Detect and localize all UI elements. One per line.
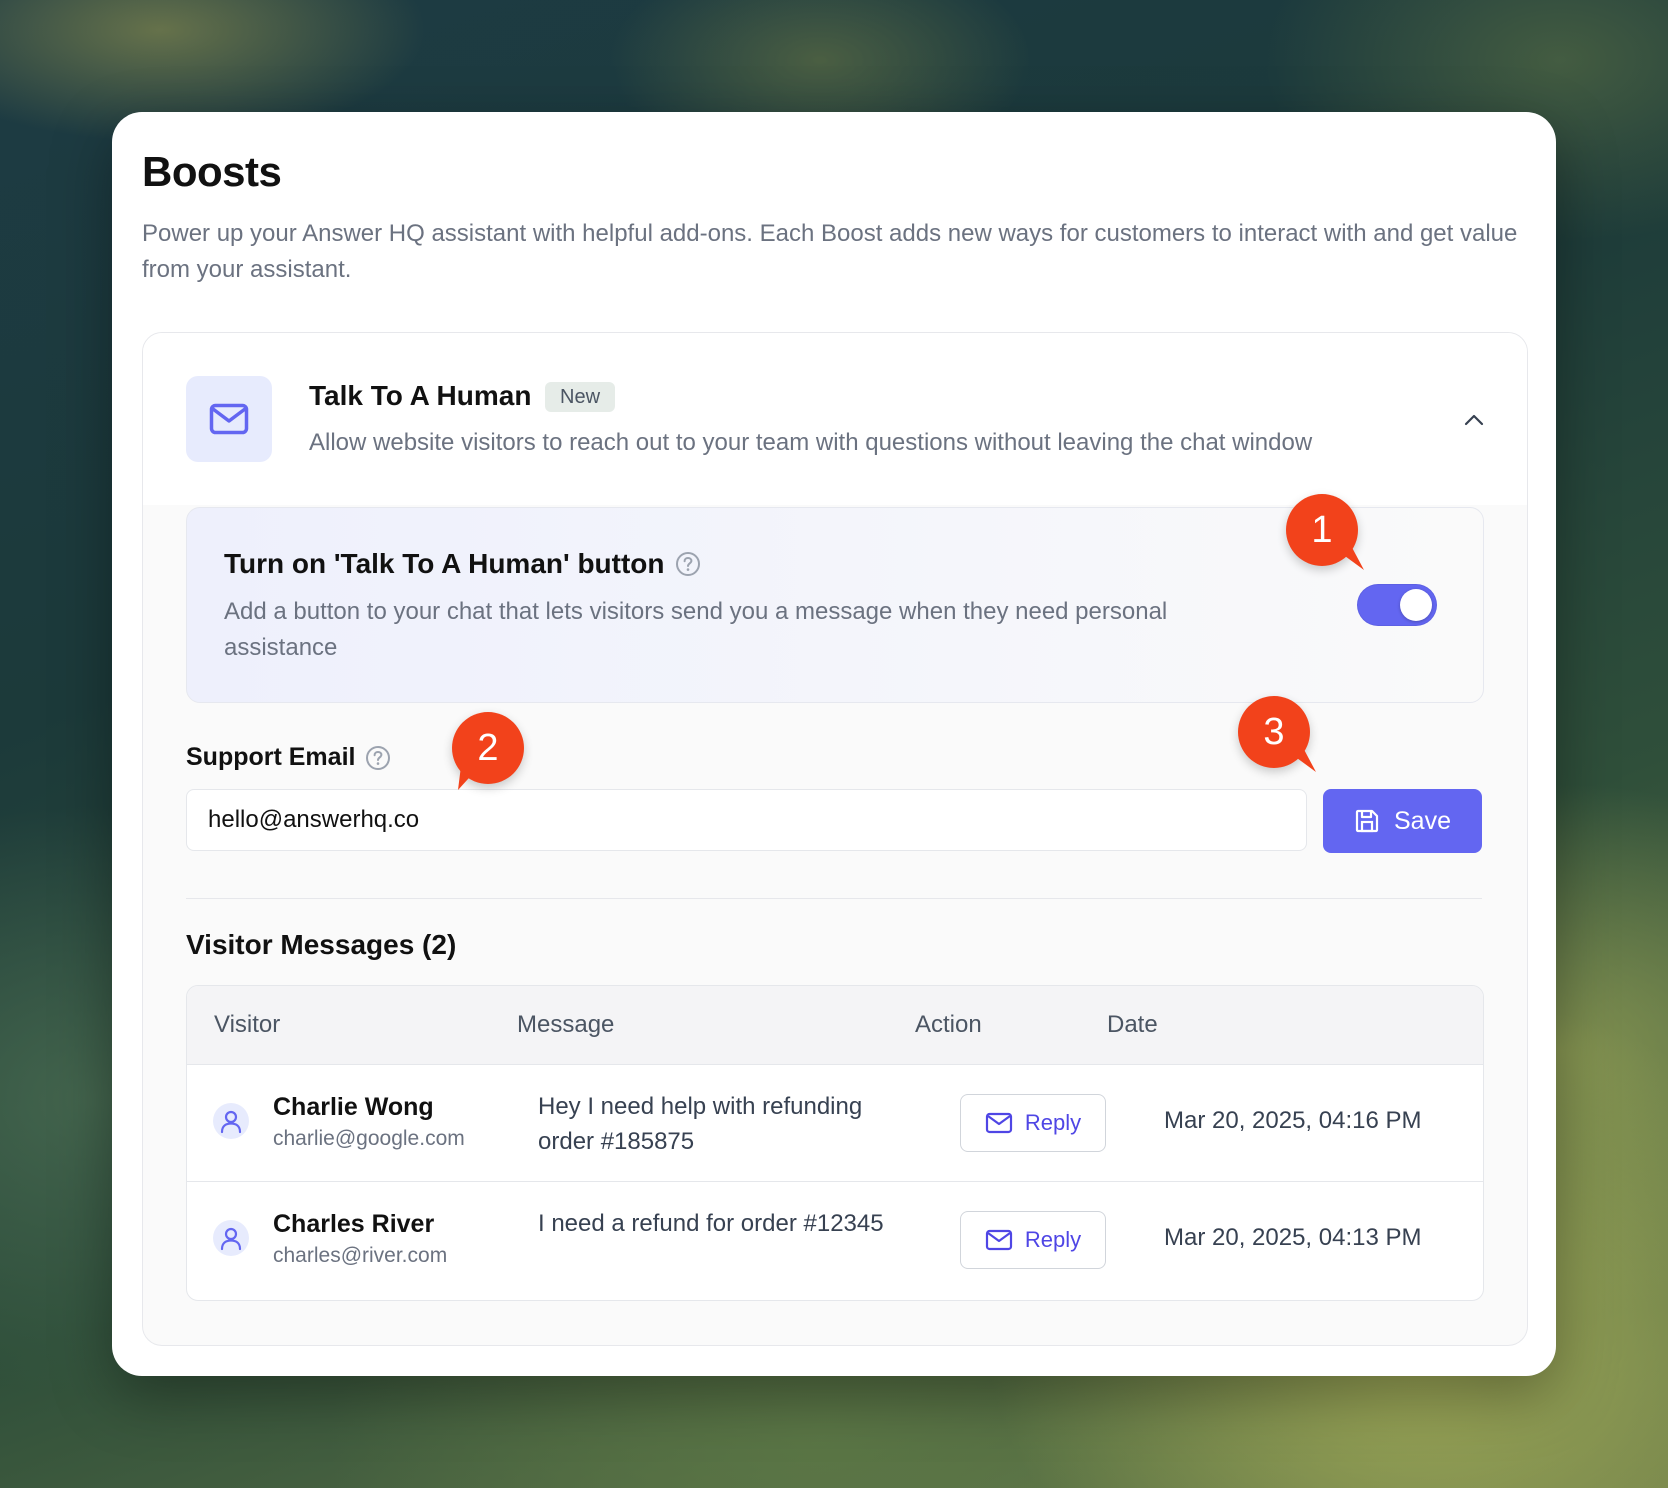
new-badge: New [545, 382, 616, 412]
help-icon[interactable] [675, 551, 701, 577]
column-message: Message [517, 1011, 615, 1038]
support-email-input[interactable] [186, 789, 1307, 851]
toggle-setting-label: Turn on 'Talk To A Human' button [224, 548, 665, 579]
table-row: Charles River charles@river.com I need a… [187, 1182, 1483, 1298]
table-header: Visitor Message Action Date [187, 986, 1483, 1065]
column-action: Action [915, 1011, 982, 1038]
table-row: Charlie Wong charlie@google.com Hey I ne… [187, 1065, 1483, 1182]
chevron-up-icon[interactable] [1459, 405, 1489, 435]
callout-marker-3: 3 [1238, 696, 1316, 772]
toggle-setting-title: Turn on 'Talk To A Human' button [224, 548, 701, 580]
boost-header[interactable]: Talk To A Human New Allow website visito… [143, 333, 1527, 505]
boost-name: Talk To A Human [309, 380, 532, 411]
column-visitor: Visitor [214, 1011, 281, 1038]
toggle-setting-description: Add a button to your chat that lets visi… [224, 598, 1168, 661]
save-button[interactable]: Save [1323, 789, 1482, 853]
visitor-messages-table: Visitor Message Action Date Charlie Wong… [186, 985, 1484, 1301]
message-date: Mar 20, 2025, 04:16 PM [1164, 1107, 1422, 1134]
divider [186, 898, 1482, 899]
toggle-knob [1400, 589, 1432, 621]
callout-marker-1: 1 [1286, 494, 1364, 570]
column-date: Date [1107, 1011, 1158, 1038]
callout-number: 2 [477, 726, 499, 769]
support-email-label-text: Support Email [186, 743, 356, 771]
save-icon [1355, 809, 1379, 833]
mail-icon [985, 1112, 1012, 1134]
mail-icon [186, 376, 272, 462]
visitor-email: charles@river.com [273, 1244, 448, 1267]
reply-button[interactable]: Reply [960, 1211, 1106, 1269]
page-description: Power up your Answer HQ assistant with h… [142, 220, 1518, 283]
visitor-name: Charles River [273, 1210, 435, 1238]
help-icon[interactable] [365, 745, 391, 771]
boost-description: Allow website visitors to reach out to y… [309, 429, 1313, 456]
visitor-name: Charlie Wong [273, 1093, 434, 1121]
boosts-card: Boosts Power up your Answer HQ assistant… [112, 112, 1556, 1376]
save-button-label: Save [1394, 806, 1451, 835]
talk-to-human-toggle[interactable] [1357, 584, 1437, 626]
callout-marker-2: 2 [452, 712, 524, 790]
callout-number: 3 [1263, 710, 1285, 753]
visitor-email: charlie@google.com [273, 1127, 465, 1150]
visitor-message: Hey I need help with refunding order #18… [538, 1093, 863, 1155]
callout-number: 1 [1311, 508, 1333, 551]
boost-panel: Talk To A Human New Allow website visito… [142, 332, 1528, 1346]
reply-label: Reply [1024, 1227, 1082, 1252]
visitor-message: I need a refund for order #12345 [538, 1210, 884, 1237]
user-icon [213, 1103, 249, 1139]
page-title: Boosts [142, 148, 282, 195]
mail-icon [985, 1229, 1012, 1251]
user-icon [213, 1220, 249, 1256]
support-email-label: Support Email [186, 743, 391, 772]
reply-button[interactable]: Reply [960, 1094, 1106, 1152]
reply-label: Reply [1024, 1110, 1082, 1135]
visitor-messages-title: Visitor Messages (2) [186, 929, 457, 960]
message-date: Mar 20, 2025, 04:13 PM [1164, 1224, 1422, 1251]
